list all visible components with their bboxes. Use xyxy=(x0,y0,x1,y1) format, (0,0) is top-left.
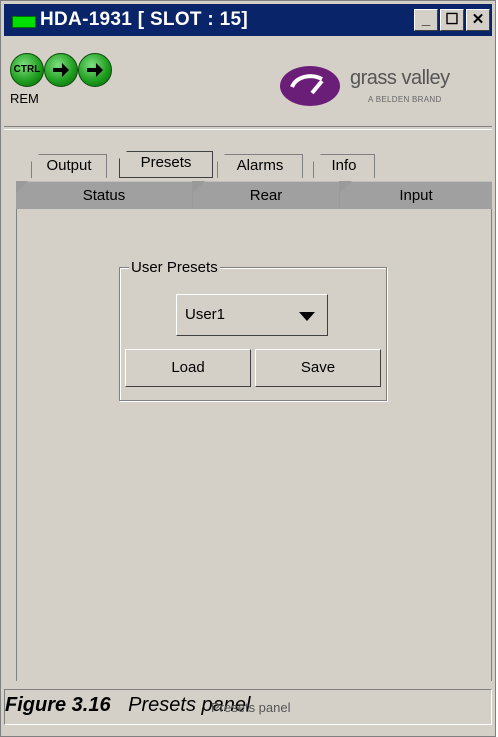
minimize-button[interactable]: _ xyxy=(414,9,438,31)
tab-input[interactable]: Input xyxy=(340,181,492,209)
window-title: HDA-1931 [ SLOT : 15] xyxy=(40,9,248,30)
minimize-icon: _ xyxy=(421,11,431,28)
card-control-window: HDA-1931 [ SLOT : 15] _ ☐ ✕ CTRL REM gra… xyxy=(0,0,496,737)
logo-brand-text: grass valley xyxy=(350,67,450,89)
figure-number: Figure 3.16 xyxy=(5,694,111,716)
tab-rear-label: Rear xyxy=(249,187,283,204)
tab-info-label: Info xyxy=(331,157,357,174)
logo-tagline-text: A BELDEN BRAND xyxy=(368,95,442,104)
user-presets-group-label: User Presets xyxy=(129,259,220,276)
status-led-icon xyxy=(12,16,36,28)
tab-alarms[interactable]: Alarms xyxy=(217,154,303,178)
card-header: CTRL REM grass valley A BELDEN BRAND xyxy=(4,39,492,124)
tab-status-label: Status xyxy=(82,187,126,204)
grass-valley-swoosh-icon xyxy=(280,66,340,106)
close-icon: ✕ xyxy=(471,11,485,28)
tab-info[interactable]: Info xyxy=(313,154,375,178)
tab-status[interactable]: Status xyxy=(16,181,192,209)
tab-alarms-label: Alarms xyxy=(236,157,284,174)
tab-input-label: Input xyxy=(399,187,433,204)
header-divider xyxy=(4,126,492,130)
save-button[interactable]: Save xyxy=(255,349,381,387)
arrow-indicator-icon xyxy=(44,53,78,87)
load-button-label: Load xyxy=(171,359,205,376)
grass-valley-logo: grass valley A BELDEN BRAND xyxy=(276,59,482,113)
title-bar[interactable]: HDA-1931 [ SLOT : 15] _ ☐ ✕ xyxy=(4,4,492,36)
close-button[interactable]: ✕ xyxy=(466,9,490,31)
status-bar-text: Presets panel xyxy=(211,700,291,715)
figure-caption: Figure 3.16 Presets panel Presets panel xyxy=(5,694,291,717)
ctrl-indicator: CTRL xyxy=(10,53,44,87)
maximize-icon: ☐ xyxy=(445,11,459,28)
tab-output[interactable]: Output xyxy=(31,154,107,178)
user-preset-dropdown[interactable]: User1 xyxy=(176,294,328,336)
load-button[interactable]: Load xyxy=(125,349,251,387)
tab-rear[interactable]: Rear xyxy=(193,181,339,209)
remote-label: REM xyxy=(10,91,39,106)
tab-presets[interactable]: Presets xyxy=(119,151,213,178)
tab-presets-label: Presets xyxy=(140,154,192,171)
ctrl-indicator-label: CTRL xyxy=(13,64,41,75)
maximize-button[interactable]: ☐ xyxy=(440,9,464,31)
arrow-indicator-icon xyxy=(78,53,112,87)
chevron-down-icon xyxy=(299,312,315,321)
user-preset-selected-value: User1 xyxy=(185,306,226,323)
tab-output-label: Output xyxy=(46,157,92,174)
save-button-label: Save xyxy=(300,359,336,376)
